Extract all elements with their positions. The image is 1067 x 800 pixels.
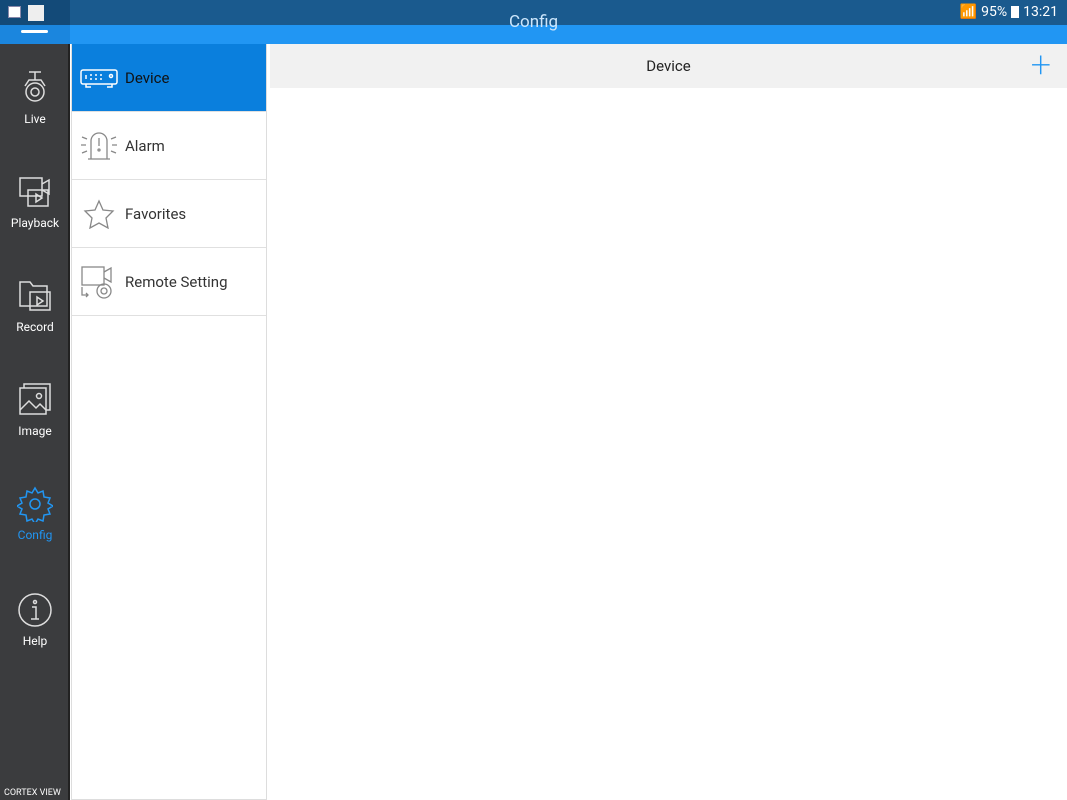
add-device-button[interactable]: + <box>1031 47 1051 83</box>
main-panel: Device + <box>270 44 1067 800</box>
menu-item-favorites[interactable]: Favorites <box>72 180 266 248</box>
page-title: Config <box>508 12 559 32</box>
alarm-light-icon <box>81 131 117 160</box>
sidebar-item-label: Record <box>16 320 54 334</box>
sidebar-item-label: Live <box>24 112 46 126</box>
config-menu: Device Alarm Favorites Remote Setting <box>71 44 267 800</box>
record-folder-icon <box>19 281 51 311</box>
menu-item-remote-setting[interactable]: Remote Setting <box>72 248 266 316</box>
gear-icon <box>17 486 53 522</box>
sidebar-item-config[interactable]: Config <box>0 486 70 542</box>
star-icon <box>83 198 115 229</box>
brand-label: CORTEX VIEW <box>4 788 61 798</box>
sidebar-item-playback[interactable]: Playback <box>0 174 70 230</box>
sidebar-item-live[interactable]: Live <box>0 70 70 126</box>
sidebar-item-label: Playback <box>10 216 60 230</box>
sidebar-item-help[interactable]: Help <box>0 592 70 648</box>
remote-camera-settings-icon <box>81 265 112 299</box>
panel-header: Device + <box>270 44 1067 88</box>
camera-icon <box>24 71 46 102</box>
panel-title: Device <box>646 57 691 75</box>
sidebar: Live Playback Record Image Config Help C… <box>0 44 70 800</box>
image-icon <box>19 383 51 415</box>
sidebar-item-record[interactable]: Record <box>0 278 70 334</box>
menu-item-alarm[interactable]: Alarm <box>72 112 266 180</box>
dvr-device-icon <box>80 68 118 88</box>
sidebar-item-label: Config <box>17 528 53 542</box>
menu-item-label: Device <box>125 68 170 87</box>
sidebar-item-image[interactable]: Image <box>0 382 70 438</box>
sidebar-item-label: Help <box>22 634 48 648</box>
info-icon <box>18 593 52 627</box>
menu-item-device[interactable]: Device <box>72 44 266 112</box>
menu-item-label: Alarm <box>125 136 165 155</box>
playback-icon <box>19 177 50 207</box>
menu-item-label: Remote Setting <box>125 272 228 291</box>
menu-item-label: Favorites <box>125 204 187 223</box>
sidebar-item-label: Image <box>18 424 52 438</box>
